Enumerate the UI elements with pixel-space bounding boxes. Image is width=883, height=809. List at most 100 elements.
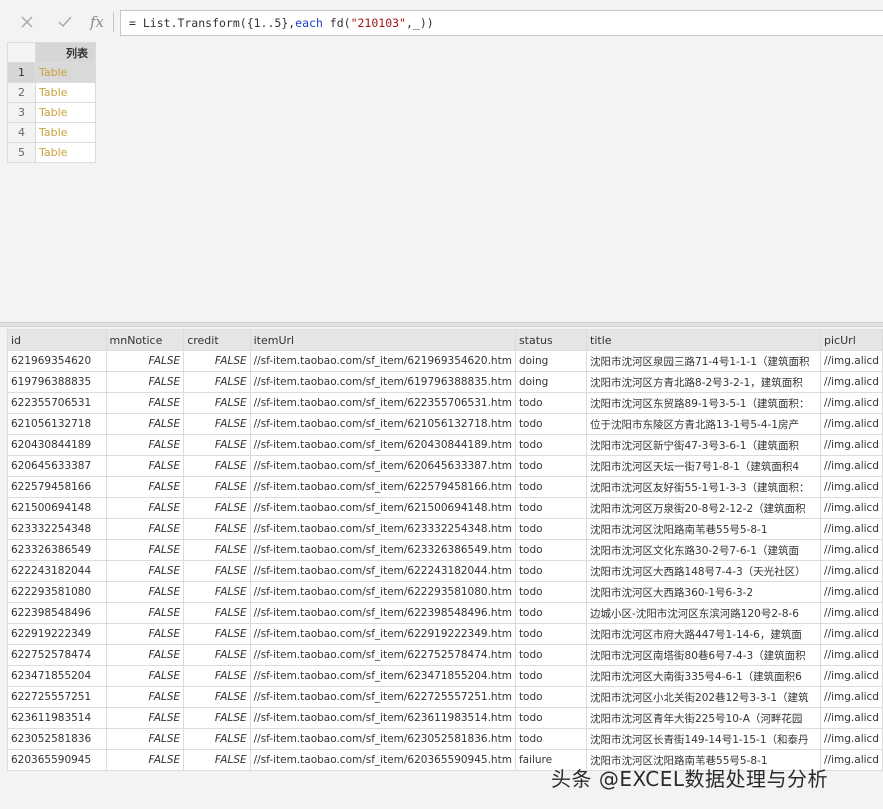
table-row[interactable]: 621500694148 FALSE FALSE//sf-item.taobao.c…: [7, 497, 883, 519]
table-row[interactable]: 623052581836 FALSE FALSE//sf-item.taobao.c…: [7, 728, 883, 750]
cell-credit[interactable]: FALSE: [183, 434, 251, 456]
cell-status[interactable]: todo: [514, 476, 588, 498]
cell-itemurl[interactable]: //sf-item.taobao.com/sf_item/62272555725…: [249, 686, 516, 708]
cell-status[interactable]: todo: [514, 686, 588, 708]
table-row[interactable]: 622355706531 FALSE FALSE//sf-item.taobao.c…: [7, 392, 883, 414]
cell-mnnotice[interactable]: FALSE: [105, 392, 185, 414]
cell-title[interactable]: 沈阳市沈河区文化东路30-2号7-6-1（建筑面: [586, 539, 822, 561]
cell-title[interactable]: 沈阳市沈河区小北关街202巷12号3-3-1（建筑: [586, 686, 822, 708]
table-row[interactable]: 623611983514 FALSE FALSE//sf-item.taobao.c…: [7, 707, 883, 729]
cell-mnnotice[interactable]: FALSE: [105, 518, 185, 540]
cell-title[interactable]: 沈阳市沈河区市府大路447号1-14-6，建筑面: [586, 623, 822, 645]
cell-itemurl[interactable]: //sf-item.taobao.com/sf_item/62196935462…: [249, 350, 516, 372]
cell-credit[interactable]: FALSE: [183, 602, 251, 624]
cell-mnnotice[interactable]: FALSE: [105, 413, 185, 435]
cell-mnnotice[interactable]: FALSE: [105, 728, 185, 750]
cell-picurl[interactable]: //img.alicd: [820, 455, 883, 477]
cell-mnnotice[interactable]: FALSE: [105, 560, 185, 582]
table-link-cell[interactable]: Table: [35, 62, 96, 83]
cell-mnnotice[interactable]: FALSE: [105, 749, 185, 771]
cell-credit[interactable]: FALSE: [183, 350, 251, 372]
cell-picurl[interactable]: //img.alicd: [820, 581, 883, 603]
cell-mnnotice[interactable]: FALSE: [105, 371, 185, 393]
cell-id[interactable]: 622919222349: [7, 623, 107, 645]
cell-title[interactable]: 沈阳市沈河区南塔街80巷6号7-4-3（建筑面积: [586, 644, 822, 666]
cell-status[interactable]: todo: [514, 728, 588, 750]
cell-picurl[interactable]: //img.alicd: [820, 539, 883, 561]
cell-credit[interactable]: FALSE: [183, 392, 251, 414]
cell-credit[interactable]: FALSE: [183, 371, 251, 393]
cell-itemurl[interactable]: //sf-item.taobao.com/sf_item/61979638883…: [249, 371, 516, 393]
cell-mnnotice[interactable]: FALSE: [105, 623, 185, 645]
cell-mnnotice[interactable]: FALSE: [105, 350, 185, 372]
cell-mnnotice[interactable]: FALSE: [105, 602, 185, 624]
cell-id[interactable]: 620430844189: [7, 434, 107, 456]
cell-status[interactable]: doing: [514, 350, 588, 372]
cell-status[interactable]: todo: [514, 413, 588, 435]
cell-title[interactable]: 位于沈阳市东陵区方青北路13-1号5-4-1房产: [586, 413, 822, 435]
table-row[interactable]: 622243182044 FALSE FALSE//sf-item.taobao.c…: [7, 560, 883, 582]
cell-title[interactable]: 沈阳市沈河区方青北路8-2号3-2-1，建筑面积: [586, 371, 822, 393]
cell-mnnotice[interactable]: FALSE: [105, 581, 185, 603]
cell-credit[interactable]: FALSE: [183, 539, 251, 561]
cell-credit[interactable]: FALSE: [183, 518, 251, 540]
cell-mnnotice[interactable]: FALSE: [105, 455, 185, 477]
list-row[interactable]: 2 Table: [7, 82, 96, 103]
cell-id[interactable]: 619796388835: [7, 371, 107, 393]
cell-itemurl[interactable]: //sf-item.taobao.com/sf_item/62332638654…: [249, 539, 516, 561]
cell-status[interactable]: todo: [514, 665, 588, 687]
cell-itemurl[interactable]: //sf-item.taobao.com/sf_item/62305258183…: [249, 728, 516, 750]
cell-picurl[interactable]: //img.alicd: [820, 497, 883, 519]
cell-id[interactable]: 623471855204: [7, 665, 107, 687]
cell-title[interactable]: 沈阳市沈河区大南街335号4-6-1（建筑面积6: [586, 665, 822, 687]
cell-id[interactable]: 623326386549: [7, 539, 107, 561]
cell-itemurl[interactable]: //sf-item.taobao.com/sf_item/62333225434…: [249, 518, 516, 540]
list-column-header[interactable]: 列表: [35, 42, 96, 63]
table-link-cell[interactable]: Table: [35, 122, 96, 143]
table-row[interactable]: 623326386549 FALSE FALSE//sf-item.taobao.c…: [7, 539, 883, 561]
table-link-cell[interactable]: Table: [35, 82, 96, 103]
cell-credit[interactable]: FALSE: [183, 581, 251, 603]
cell-picurl[interactable]: //img.alicd: [820, 707, 883, 729]
cell-mnnotice[interactable]: FALSE: [105, 476, 185, 498]
cell-status[interactable]: todo: [514, 539, 588, 561]
cell-credit[interactable]: FALSE: [183, 623, 251, 645]
column-header-mnnotice[interactable]: mnNotice: [105, 329, 185, 351]
cell-picurl[interactable]: //img.alicd: [820, 602, 883, 624]
cell-itemurl[interactable]: //sf-item.taobao.com/sf_item/62239854849…: [249, 602, 516, 624]
cell-status[interactable]: todo: [514, 497, 588, 519]
column-header-credit[interactable]: credit: [183, 329, 251, 351]
cell-credit[interactable]: FALSE: [183, 665, 251, 687]
cell-title[interactable]: 沈阳市沈河区东贸路89-1号3-5-1（建筑面积：: [586, 392, 822, 414]
cell-id[interactable]: 620365590945: [7, 749, 107, 771]
column-header-id[interactable]: id: [7, 329, 107, 351]
column-header-title[interactable]: title: [586, 329, 822, 351]
cell-title[interactable]: 沈阳市沈河区青年大街225号10-A（河畔花园: [586, 707, 822, 729]
cell-itemurl[interactable]: //sf-item.taobao.com/sf_item/62064563338…: [249, 455, 516, 477]
cell-credit[interactable]: FALSE: [183, 686, 251, 708]
cell-status[interactable]: todo: [514, 581, 588, 603]
cell-id[interactable]: 620645633387: [7, 455, 107, 477]
table-row[interactable]: 620430844189 FALSE FALSE//sf-item.taobao.c…: [7, 434, 883, 456]
cell-itemurl[interactable]: //sf-item.taobao.com/sf_item/62347185520…: [249, 665, 516, 687]
cell-mnnotice[interactable]: FALSE: [105, 434, 185, 456]
cell-id[interactable]: 622243182044: [7, 560, 107, 582]
cell-itemurl[interactable]: //sf-item.taobao.com/sf_item/62275257847…: [249, 644, 516, 666]
cell-title[interactable]: 沈阳市沈河区泉园三路71-4号1-1-1（建筑面积: [586, 350, 822, 372]
cell-itemurl[interactable]: //sf-item.taobao.com/sf_item/62036559094…: [249, 749, 516, 771]
list-row[interactable]: 4 Table: [7, 122, 96, 143]
cell-credit[interactable]: FALSE: [183, 455, 251, 477]
cell-id[interactable]: 622398548496: [7, 602, 107, 624]
cell-picurl[interactable]: //img.alicd: [820, 665, 883, 687]
cell-status[interactable]: todo: [514, 623, 588, 645]
cell-picurl[interactable]: //img.alicd: [820, 413, 883, 435]
fx-icon[interactable]: fx: [85, 10, 109, 34]
cell-itemurl[interactable]: //sf-item.taobao.com/sf_item/62224318204…: [249, 560, 516, 582]
cell-status[interactable]: todo: [514, 434, 588, 456]
table-row[interactable]: 622725557251 FALSE FALSE//sf-item.taobao.c…: [7, 686, 883, 708]
cell-mnnotice[interactable]: FALSE: [105, 707, 185, 729]
cell-picurl[interactable]: //img.alicd: [820, 560, 883, 582]
cell-status[interactable]: todo: [514, 518, 588, 540]
cell-itemurl[interactable]: //sf-item.taobao.com/sf_item/62105613271…: [249, 413, 516, 435]
formula-input[interactable]: = List.Transform({1..5},each fd("210103"…: [120, 10, 883, 36]
